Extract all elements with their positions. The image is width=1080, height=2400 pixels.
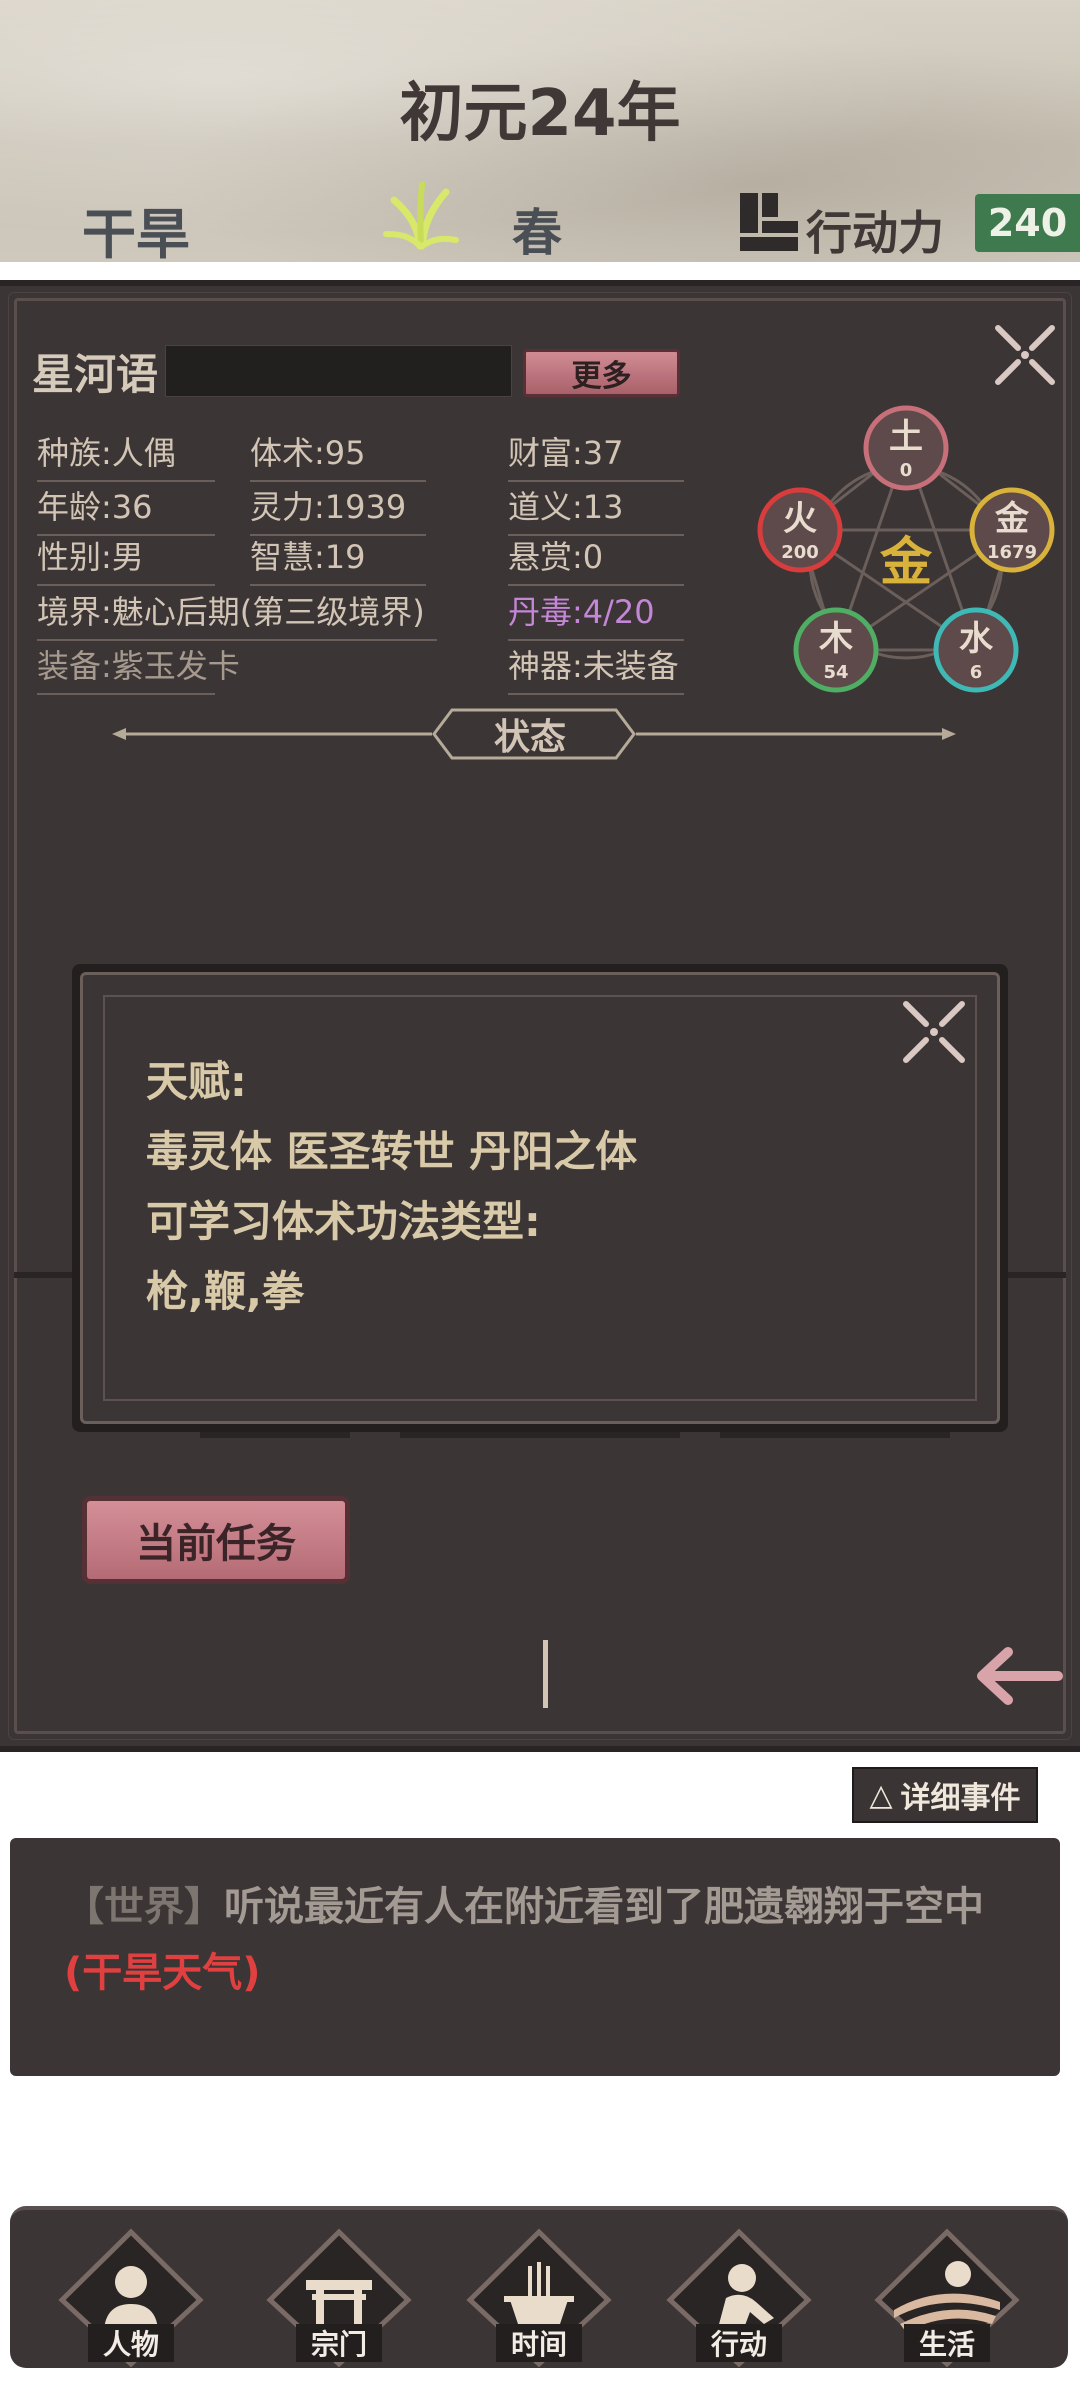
character-name: 星河语 [32,350,159,399]
nav-life[interactable]: 生活 [872,2226,1022,2368]
svg-text:火: 火 [783,499,817,539]
detail-events-label: 详细事件 [900,1781,1021,1816]
spring-grass-icon [383,181,459,250]
svg-text:土: 土 [889,417,923,457]
five-elements-chart: 土 0 火 200 金 1679 木 54 水 6 金 [757,405,1055,693]
svg-text:6: 6 [970,662,983,683]
svg-text:1679: 1679 [987,542,1037,563]
stat-realm: 境界:魅心后期(第三级境界) [37,587,437,641]
svg-text:金: 金 [994,499,1030,539]
action-points-label: 行动力 [806,206,944,260]
triangle-icon: △ [869,1777,893,1813]
stat-bounty: 悬赏:0 [508,532,684,586]
event-weather-tag: (干旱天气) [64,1950,261,1996]
tab-slot [1008,1272,1066,1278]
status-section-title: 状态 [493,717,566,758]
nav-time[interactable]: 时间 [464,2226,614,2368]
element-water: 水 6 [933,607,1019,693]
stat-wealth: 财富:37 [508,428,684,482]
element-earth: 土 0 [863,405,949,491]
text-cursor [543,1640,548,1708]
svg-text:木: 木 [818,619,853,659]
svg-text:54: 54 [823,662,848,683]
stat-wisdom: 智慧:19 [250,532,426,586]
year-title: 初元24年 [399,77,681,151]
element-metal: 金 1679 [969,487,1055,573]
stat-equipment: 装备:紫玉发卡 [37,641,240,695]
stat-body-art: 体术:95 [250,428,426,482]
svg-text:200: 200 [781,542,819,563]
stat-age: 年龄:36 [37,482,215,536]
season-label: 春 [512,204,562,262]
tab-slot [400,1432,680,1438]
skill-type-list: 枪,鞭,拳 [146,1267,304,1316]
name-input[interactable] [165,345,512,397]
action-points-value: 240 [975,194,1080,252]
tab-slot [200,1432,350,1438]
tab-slot [720,1432,950,1438]
detail-events-button[interactable]: △ 详细事件 [852,1767,1038,1823]
svg-text:0: 0 [900,460,913,481]
stat-righteousness: 道义:13 [508,482,684,536]
more-button[interactable]: 更多 [523,349,680,397]
stat-pill-poison: 丹毒:4/20 [508,587,684,641]
nav-action[interactable]: 行动 [664,2226,814,2368]
nav-action-label: 行动 [696,2324,782,2362]
stat-spirit-power: 灵力:1939 [250,482,426,536]
weather-label: 干旱 [82,203,190,266]
nav-life-label: 生活 [904,2324,990,2362]
stat-artifact: 神器:未装备 [508,641,684,695]
stat-race: 种族:人偶 [37,428,215,482]
close-icon[interactable] [990,320,1060,390]
event-world-tag: 【世界】 [64,1884,224,1930]
tab-slot [14,1272,74,1278]
svg-text:水: 水 [959,619,994,659]
event-log: 【世界】听说最近有人在附近看到了肥遗翱翔于空中 (干旱天气) [10,1838,1060,2076]
element-fire: 火 200 [757,487,843,573]
action-points-icon [740,193,798,251]
event-message: 听说最近有人在附近看到了肥遗翱翔于空中 [224,1884,984,1930]
talent-list: 毒灵体 医圣转世 丹阳之体 [146,1127,638,1176]
nav-sect-label: 宗门 [296,2324,382,2362]
nav-character-label: 人物 [88,2324,174,2362]
back-arrow-icon[interactable] [972,1644,1064,1708]
dialog-close-icon[interactable] [898,996,970,1068]
stat-gender: 性别:男 [37,532,215,586]
nav-time-label: 时间 [496,2324,582,2362]
element-main-label: 金 [879,533,933,593]
current-task-button[interactable]: 当前任务 [82,1496,350,1584]
talent-title: 天赋: [146,1057,247,1106]
nav-character[interactable]: 人物 [56,2226,206,2368]
nav-sect[interactable]: 宗门 [264,2226,414,2368]
skill-type-title: 可学习体术功法类型: [146,1197,541,1246]
element-wood: 木 54 [793,607,879,693]
